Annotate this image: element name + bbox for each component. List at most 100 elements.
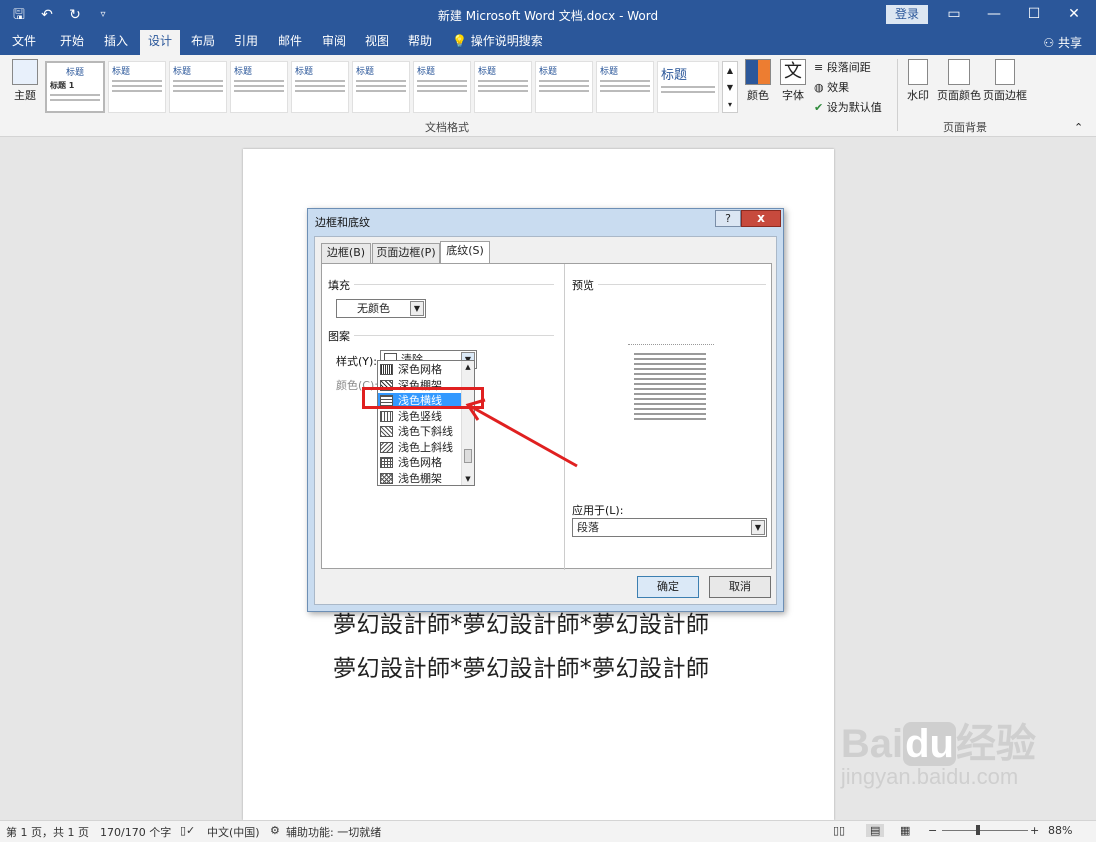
preview-area [628, 344, 714, 440]
set-default-button[interactable]: ✔ 设为默认值 [814, 99, 886, 115]
tab-mailings[interactable]: 邮件 [270, 30, 310, 55]
light-down-diagonal-swatch-icon [380, 426, 393, 437]
preview-section-label: 预览 [572, 279, 594, 292]
style-label: 样式(Y): [336, 355, 378, 368]
style-set-1[interactable]: 标题 标题 1 [45, 61, 105, 113]
word-count[interactable]: 170/170 个字 [100, 824, 171, 840]
style-set-title: 标题 [234, 67, 253, 77]
tell-me-search[interactable]: 💡 操作说明搜索 [452, 30, 552, 55]
pattern-list-scrollbar[interactable]: ▲ ▼ [461, 361, 474, 485]
tab-shading[interactable]: 底纹(S) [440, 241, 490, 264]
effects-button[interactable]: ◍ 效果 [814, 79, 874, 95]
zoom-level[interactable]: 88% [1048, 824, 1072, 837]
style-set-title: 标题 [478, 67, 497, 77]
pattern-option[interactable]: 浅色竖线 [378, 409, 462, 425]
paragraph-spacing-button[interactable]: ≡ 段落间距 [814, 59, 884, 75]
style-set-11[interactable]: 标题 [657, 61, 719, 113]
style-set-8[interactable]: 标题 [474, 61, 532, 113]
ribbon-display-icon[interactable]: ▭ [936, 0, 972, 30]
zoom-slider[interactable] [942, 830, 1028, 831]
colors-button[interactable]: 颜色 [742, 59, 774, 103]
accessibility-status[interactable]: 辅助功能: 一切就绪 [286, 824, 381, 840]
ok-button[interactable]: 确定 [637, 576, 699, 598]
page-borders-button[interactable]: 页面边框 [983, 59, 1027, 103]
style-set-2[interactable]: 标题 [108, 61, 166, 113]
tab-page-border[interactable]: 页面边框(P) [372, 243, 440, 263]
style-set-3[interactable]: 标题 [169, 61, 227, 113]
page-color-button[interactable]: 页面颜色 [937, 59, 981, 103]
tab-file[interactable]: 文件 [6, 30, 42, 55]
pattern-option[interactable]: 深色网格 [378, 362, 462, 378]
page-borders-icon [995, 59, 1015, 85]
pattern-style-list[interactable]: 深色网格 深色棚架 浅色横线 浅色竖线 浅色下斜线 浅色上斜线 浅色网格 浅色棚… [377, 360, 475, 486]
effects-label: 效果 [827, 81, 850, 94]
page-background-group-label: 页面背景 [943, 121, 987, 134]
scroll-thumb[interactable] [464, 449, 472, 463]
zoom-out-button[interactable]: − [928, 824, 937, 837]
tab-review[interactable]: 审阅 [314, 30, 354, 55]
paragraph-spacing-label: 段落间距 [826, 61, 871, 74]
watermark-icon [908, 59, 928, 85]
style-set-6[interactable]: 标题 [352, 61, 410, 113]
page-borders-label: 页面边框 [983, 89, 1027, 102]
style-set-5[interactable]: 标题 [291, 61, 349, 113]
maximize-icon[interactable]: ☐ [1016, 0, 1052, 30]
tab-layout[interactable]: 布局 [184, 30, 222, 55]
read-mode-icon[interactable]: ▯▯ [833, 824, 845, 837]
style-set-10[interactable]: 标题 [596, 61, 654, 113]
light-vertical-swatch-icon [380, 410, 393, 422]
share-button[interactable]: ⚇ 共享 [1043, 34, 1082, 51]
language-indicator[interactable]: 中文(中国) [207, 824, 260, 840]
fill-color-dropdown[interactable]: 无颜色 ▼ [336, 299, 426, 318]
minimize-icon[interactable]: — [976, 0, 1012, 30]
tab-view[interactable]: 视图 [358, 30, 396, 55]
window-title: 新建 Microsoft Word 文档.docx - Word [437, 9, 659, 23]
login-button[interactable]: 登录 [886, 5, 928, 24]
baidu-jingyan-watermark: Baidu经验 jingyan.baidu.com [841, 722, 1036, 790]
scroll-down-icon[interactable]: ▼ [462, 475, 474, 483]
page-count[interactable]: 第 1 页，共 1 页 [6, 824, 89, 840]
collapse-ribbon-icon[interactable]: ⌃ [1074, 121, 1083, 134]
tab-home[interactable]: 开始 [52, 30, 92, 55]
zoom-slider-thumb[interactable] [976, 825, 980, 835]
cancel-button[interactable]: 取消 [709, 576, 771, 598]
scroll-up-icon[interactable]: ▲ [462, 363, 474, 371]
pattern-option[interactable]: 浅色网格 [378, 455, 462, 471]
accessibility-icon: ⚙ [270, 824, 280, 837]
check-circle-icon: ✔ [814, 101, 824, 114]
style-set-7[interactable]: 标题 [413, 61, 471, 113]
fill-section-label: 填充 [328, 279, 350, 292]
close-window-icon[interactable]: ✕ [1056, 0, 1092, 30]
style-set-9[interactable]: 标题 [535, 61, 593, 113]
themes-button[interactable]: 主题 [8, 59, 42, 103]
fonts-button[interactable]: 文 字体 [777, 59, 809, 103]
style-set-title: 标题 [539, 67, 558, 77]
pattern-option[interactable]: 浅色下斜线 [378, 424, 462, 440]
print-layout-icon[interactable]: ▤ [866, 824, 885, 837]
tab-references[interactable]: 引用 [226, 30, 266, 55]
dark-grid-swatch-icon [380, 364, 393, 375]
pattern-option[interactable]: 浅色棚架 [378, 471, 462, 486]
watermark-brand-jingyan: 经验 [956, 722, 1036, 766]
help-button[interactable]: ? [715, 210, 741, 227]
dialog-close-button[interactable]: x [741, 210, 781, 227]
fill-color-value: 无颜色 [357, 302, 390, 315]
pattern-option[interactable]: 浅色上斜线 [378, 440, 462, 456]
tab-design[interactable]: 设计 [140, 30, 180, 55]
watermark-button[interactable]: 水印 [903, 59, 933, 103]
tab-borders[interactable]: 边框(B) [321, 243, 371, 263]
chevron-down-icon: ▼ [410, 301, 424, 316]
pattern-option-label: 浅色下斜线 [398, 425, 453, 438]
style-set-4[interactable]: 标题 [230, 61, 288, 113]
tab-insert[interactable]: 插入 [96, 30, 136, 55]
proofing-icon[interactable]: ▯✓ [180, 824, 195, 837]
title-bar: 🖫 ↶ ↻ ▿ 新建 Microsoft Word 文档.docx - Word… [0, 0, 1096, 30]
apply-to-dropdown[interactable]: 段落 ▼ [572, 518, 767, 537]
tab-help[interactable]: 帮助 [400, 30, 440, 55]
share-label: 共享 [1057, 36, 1082, 50]
themes-icon [12, 59, 38, 85]
style-set-title: 标题 [417, 67, 436, 77]
zoom-in-button[interactable]: + [1030, 824, 1039, 837]
style-gallery-scroll[interactable]: ▲ ▼ ▾ [722, 61, 738, 113]
web-layout-icon[interactable]: ▦ [900, 824, 910, 837]
